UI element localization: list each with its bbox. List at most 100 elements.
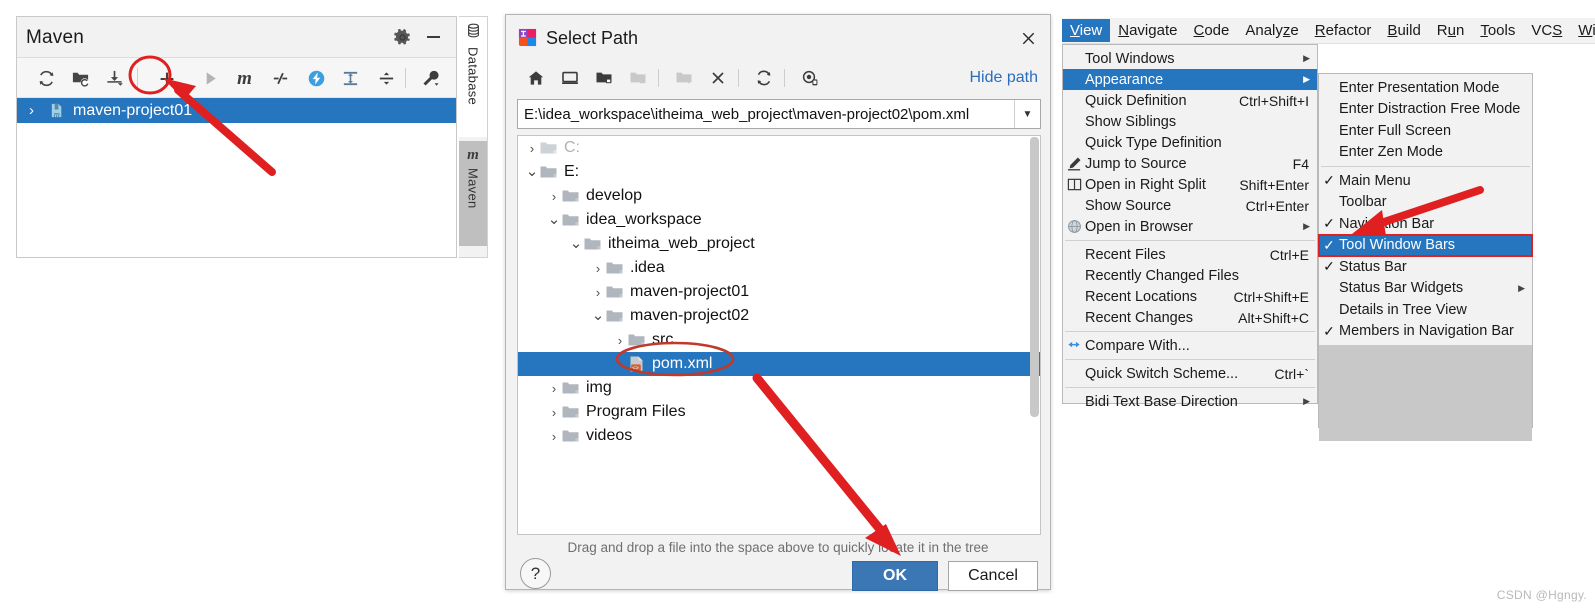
menu-item-recent-changes[interactable]: Recent Changes Alt+Shift+C [1063, 307, 1317, 328]
chevron-down-icon[interactable]: ⌄ [568, 236, 584, 251]
chevron-down-icon[interactable]: ▼ [1014, 100, 1040, 128]
menubar-item-build[interactable]: Build [1379, 19, 1428, 42]
path-input[interactable]: E:\idea_workspace\itheima_web_project\ma… [518, 106, 1014, 123]
chevron-right-icon[interactable]: › [29, 102, 43, 119]
menu-item-appearance[interactable]: Appearance ▶ [1063, 69, 1317, 90]
menu-item-recent-locations[interactable]: Recent Locations Ctrl+Shift+E [1063, 286, 1317, 307]
file-tree[interactable]: › C: ⌄ E: › develop ⌄ idea_workspace ⌄ itheima_we… [517, 135, 1041, 535]
chevron-right-icon[interactable]: › [590, 261, 606, 276]
chevron-right-icon[interactable]: › [546, 405, 562, 420]
menu-item-show-source[interactable]: Show Source Ctrl+Enter [1063, 195, 1317, 216]
add-managed-project-icon[interactable] [69, 67, 92, 90]
delete-icon[interactable] [706, 66, 730, 90]
menu-item-recent-files[interactable]: Recent Files Ctrl+E [1063, 244, 1317, 265]
menu-item-jump-to-source[interactable]: Jump to Source F4 [1063, 153, 1317, 174]
menu-item-bidi-text-base-direction[interactable]: Bidi Text Base Direction ▶ [1063, 391, 1317, 412]
cancel-button[interactable]: Cancel [948, 561, 1038, 591]
submenu-item-main-menu[interactable]: ✓ Main Menu [1319, 170, 1532, 192]
submenu-item-enter-full-screen[interactable]: Enter Full Screen [1319, 120, 1532, 142]
file-tree-row[interactable]: <> pom.xml [518, 352, 1040, 376]
submenu-item-tool-window-bars[interactable]: ✓ Tool Window Bars [1318, 233, 1533, 257]
submenu-item-enter-zen-mode[interactable]: Enter Zen Mode [1319, 142, 1532, 164]
tool-window-tab-maven[interactable]: m Maven [459, 141, 487, 246]
menu-item-recently-changed-files[interactable]: Recently Changed Files [1063, 265, 1317, 286]
path-input-wrapper[interactable]: E:\idea_workspace\itheima_web_project\ma… [517, 99, 1041, 129]
menu-item-tool-windows[interactable]: Tool Windows ▶ [1063, 48, 1317, 69]
file-tree-row[interactable]: ⌄ maven-project02 [518, 304, 1040, 328]
appearance-submenu[interactable]: Enter Presentation Mode Enter Distraction… [1318, 73, 1533, 441]
chevron-down-icon[interactable]: ⌄ [524, 164, 540, 179]
chevron-right-icon[interactable]: › [546, 189, 562, 204]
file-tree-row[interactable]: › C: [518, 136, 1040, 160]
tool-window-tab-database[interactable]: Database [459, 17, 487, 137]
tree-scrollbar[interactable] [1030, 137, 1039, 417]
file-tree-row[interactable]: › develop [518, 184, 1040, 208]
submenu-item-members-in-navigation-bar[interactable]: ✓ Members in Navigation Bar [1319, 321, 1532, 343]
desktop-icon[interactable] [558, 66, 582, 90]
file-tree-row[interactable]: ⌄ itheima_web_project [518, 232, 1040, 256]
menubar-item-refactor[interactable]: Refactor [1307, 19, 1380, 42]
checkmark-icon: ✓ [1323, 215, 1335, 232]
menu-item-show-siblings[interactable]: Show Siblings [1063, 111, 1317, 132]
menu-item-quick-type-definition[interactable]: Quick Type Definition [1063, 132, 1317, 153]
file-tree-row[interactable]: ⌄ idea_workspace [518, 208, 1040, 232]
menubar-item-navigate[interactable]: Navigate [1110, 19, 1185, 42]
menubar-item-win[interactable]: Win [1570, 19, 1595, 42]
gear-icon[interactable] [391, 26, 413, 48]
toggle-skip-tests-icon[interactable] [269, 67, 292, 90]
project-folder-icon[interactable] [592, 66, 616, 90]
show-hidden-icon[interactable] [798, 66, 822, 90]
file-tree-row[interactable]: › videos [518, 424, 1040, 448]
menubar-item-vcs[interactable]: VCS [1523, 19, 1570, 42]
view-dropdown-menu[interactable]: Tool Windows ▶ Appearance ▶ Quick Definition… [1062, 44, 1318, 410]
chevron-right-icon[interactable]: › [524, 141, 540, 156]
reload-icon[interactable] [35, 67, 58, 90]
file-tree-row[interactable]: › .idea [518, 256, 1040, 280]
menu-item-quick-switch-scheme[interactable]: Quick Switch Scheme... Ctrl+` [1063, 363, 1317, 384]
refresh-icon[interactable] [752, 66, 776, 90]
menubar-item-view[interactable]: View [1062, 19, 1111, 42]
submenu-item-navigation-bar[interactable]: ✓ Navigation Bar [1319, 213, 1532, 235]
submenu-item-details-in-tree-view[interactable]: Details in Tree View [1319, 299, 1532, 321]
menu-item-compare-with[interactable]: Compare With... [1063, 335, 1317, 356]
collapse-all-icon[interactable] [375, 67, 398, 90]
maven-project-tree[interactable]: › m maven-project01 [17, 98, 456, 256]
file-tree-row[interactable]: › src [518, 328, 1040, 352]
chevron-down-icon[interactable]: ⌄ [590, 308, 606, 323]
chevron-down-icon[interactable]: ⌄ [546, 212, 562, 227]
menu-item-open-in-right-split[interactable]: Open in Right Split Shift+Enter [1063, 174, 1317, 195]
download-sources-icon[interactable] [103, 67, 126, 90]
submenu-item-toolbar[interactable]: Toolbar [1319, 192, 1532, 214]
close-icon[interactable] [1017, 27, 1039, 49]
menubar-item-code[interactable]: Code [1185, 19, 1237, 42]
ok-button[interactable]: OK [852, 561, 938, 591]
submenu-item-enter-presentation-mode[interactable]: Enter Presentation Mode [1319, 77, 1532, 99]
chevron-right-icon[interactable]: › [612, 333, 628, 348]
maven-tree-row[interactable]: › m maven-project01 [17, 98, 456, 123]
file-tree-row[interactable]: › Program Files [518, 400, 1040, 424]
hide-path-link[interactable]: Hide path [970, 69, 1039, 87]
submenu-item-status-bar[interactable]: ✓ Status Bar [1319, 256, 1532, 278]
file-tree-row[interactable]: › maven-project01 [518, 280, 1040, 304]
menubar-item-tools[interactable]: Tools [1472, 19, 1523, 42]
menu-item-open-in-browser[interactable]: Open in Browser ▶ [1063, 216, 1317, 237]
submenu-item-status-bar-widgets[interactable]: Status Bar Widgets ▶ [1319, 278, 1532, 300]
file-tree-row[interactable]: ⌄ E: [518, 160, 1040, 184]
chevron-right-icon[interactable]: › [590, 285, 606, 300]
file-tree-row[interactable]: › img [518, 376, 1040, 400]
add-plus-icon[interactable] [155, 67, 178, 90]
maven-m-icon[interactable]: m [233, 67, 256, 90]
menubar-item-analyze[interactable]: Analyze [1237, 19, 1306, 42]
home-icon[interactable] [524, 66, 548, 90]
submenu-item-enter-distraction-free-mode[interactable]: Enter Distraction Free Mode [1319, 99, 1532, 121]
settings-wrench-icon[interactable] [419, 67, 442, 90]
menubar-item-run[interactable]: Run [1429, 19, 1473, 42]
chevron-right-icon[interactable]: › [546, 381, 562, 396]
menu-bar[interactable]: View Navigate Code Analyze Refactor Build Run T… [1062, 18, 1595, 44]
minimize-icon[interactable] [422, 26, 444, 48]
chevron-right-icon[interactable]: › [546, 429, 562, 444]
menu-item-quick-definition[interactable]: Quick Definition Ctrl+Shift+I [1063, 90, 1317, 111]
execute-goal-icon[interactable] [305, 67, 328, 90]
expand-all-icon[interactable] [339, 67, 362, 90]
help-button[interactable]: ? [520, 558, 551, 589]
